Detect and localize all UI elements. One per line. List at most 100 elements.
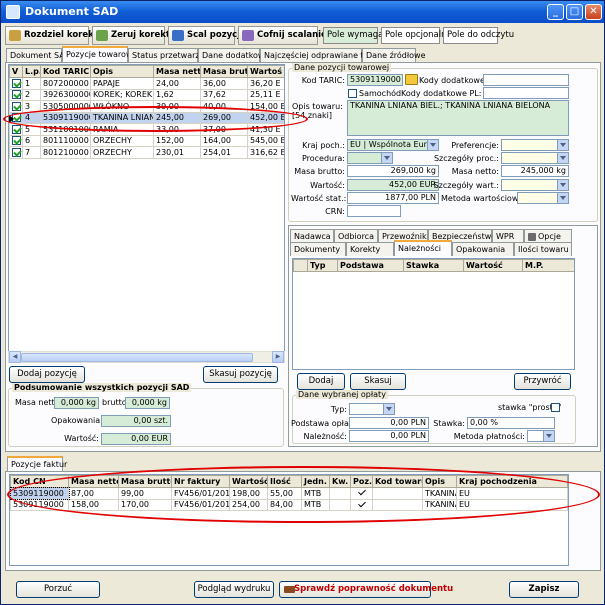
- table-row[interactable]: 7 801210000 ORZECHY 230,01 254,01 316,62 E: [9, 146, 284, 159]
- chevron-down-icon[interactable]: [557, 180, 568, 190]
- row-checkbox-cell[interactable]: [9, 100, 23, 113]
- validate-document-button[interactable]: Sprawdź poprawność dokumentu: [279, 581, 453, 598]
- net-mass-input[interactable]: 245,000 kg: [501, 165, 569, 177]
- col-mp[interactable]: M.P.: [522, 259, 574, 272]
- proc-details-select[interactable]: [501, 152, 569, 164]
- fee-amount-input[interactable]: 0,00 PLN: [349, 430, 429, 442]
- fee-base-input[interactable]: 0,00 PLN: [349, 417, 429, 429]
- subtab-wpr[interactable]: WPR: [492, 229, 524, 243]
- delete-item-button[interactable]: Skasuj pozycję: [203, 366, 278, 383]
- discard-button[interactable]: Porzuć: [16, 581, 100, 598]
- subtab-naleznosci[interactable]: Należności: [394, 240, 452, 256]
- folder-icon[interactable]: [405, 74, 418, 85]
- fee-type-select[interactable]: [349, 403, 395, 415]
- value-input[interactable]: 452,00 EUR: [347, 179, 439, 191]
- table-row[interactable]: 1 807200000 PAPAJE 24,00 36,00 36,20 E: [9, 77, 284, 90]
- checked-checkbox[interactable]: [12, 136, 21, 146]
- restore-fee-button[interactable]: Przywróć: [514, 373, 571, 390]
- items-hscrollbar[interactable]: ◀ ▶: [8, 351, 285, 363]
- maximize-button[interactable]: □: [566, 4, 583, 20]
- checked-checkbox[interactable]: [12, 124, 21, 134]
- col-wartosc[interactable]: Wartość: [463, 259, 523, 272]
- tab-dane-zrodlowe[interactable]: Dane źródłowe: [362, 48, 426, 62]
- subtab-nadawca[interactable]: Nadawca: [290, 229, 334, 243]
- country-select[interactable]: EU | Wspólnota Europej:: [347, 139, 439, 151]
- subtab-korekty[interactable]: Korekty: [346, 242, 394, 256]
- minimize-button[interactable]: _: [547, 4, 564, 20]
- stat-value-input[interactable]: 1877,00 PLN: [347, 192, 439, 204]
- tab-pozycje-faktur[interactable]: Pozycje faktur: [7, 456, 67, 472]
- col-opis[interactable]: Opis: [90, 65, 154, 78]
- tab-dokument-sad[interactable]: Dokument SAD: [6, 48, 71, 62]
- subtab-ilosci[interactable]: Ilości towaru: [514, 242, 572, 256]
- subtab-opakowania[interactable]: Opakowania: [452, 242, 514, 256]
- chevron-down-icon[interactable]: [427, 140, 438, 150]
- col-taric[interactable]: Kod TARIC: [40, 65, 91, 78]
- col-lp[interactable]: L.p.: [22, 65, 41, 78]
- save-button[interactable]: Zapisz: [509, 581, 579, 598]
- col-masa-brutto[interactable]: Masa brutto: [200, 65, 248, 78]
- samochod-checkbox[interactable]: [348, 89, 357, 98]
- checked-checkbox[interactable]: [12, 90, 21, 100]
- scroll-left-icon[interactable]: ◀: [9, 351, 21, 363]
- row-checkbox-cell[interactable]: [9, 77, 23, 90]
- cell-taric: 807200000: [40, 77, 91, 90]
- crn-input[interactable]: [347, 205, 401, 217]
- table-row[interactable]: 6 801110000 ORZECHY 152,00 164,00 545,00 E: [9, 134, 284, 147]
- undo-merge-button[interactable]: Cofnij scalanie: [238, 26, 327, 45]
- add-item-button[interactable]: Dodaj pozycję: [9, 366, 85, 383]
- gross-mass-input[interactable]: 269,000 kg: [347, 165, 439, 177]
- row-checkbox-cell[interactable]: [9, 134, 23, 147]
- subtab-opcje[interactable]: Opcje: [524, 229, 572, 243]
- col-masa-netto[interactable]: Masa netto: [153, 65, 201, 78]
- delete-fee-button[interactable]: Skasuj: [350, 373, 406, 390]
- taric-input[interactable]: 5309119000: [347, 74, 403, 86]
- add-fee-button[interactable]: Dodaj: [297, 373, 345, 390]
- additional-codes-pl-input[interactable]: [483, 87, 569, 99]
- scroll-right-icon[interactable]: ▶: [272, 351, 284, 363]
- chevron-down-icon[interactable]: [557, 140, 568, 150]
- row-checkbox-cell[interactable]: [9, 123, 23, 136]
- fee-rate-input[interactable]: 0,00 %: [467, 417, 555, 429]
- chevron-down-icon[interactable]: [557, 193, 568, 203]
- checked-checkbox[interactable]: [12, 147, 21, 157]
- close-button[interactable]: ✕: [585, 4, 602, 20]
- chevron-down-icon[interactable]: [383, 404, 394, 414]
- merge-items-button[interactable]: Scal pozycje: [168, 26, 246, 45]
- tab-pozycje-towarowe[interactable]: Pozycje towarowe: [62, 46, 137, 62]
- chevron-down-icon[interactable]: [543, 431, 554, 441]
- tab-najczesciej-odprawiane[interactable]: Najczęściej odprawiane towary: [260, 48, 388, 62]
- col-podstawa[interactable]: Podstawa: [337, 259, 404, 272]
- tab-dane-dodatkowe[interactable]: Dane dodatkowe: [198, 48, 269, 62]
- col-v[interactable]: V: [9, 65, 23, 78]
- col-wartosc[interactable]: Wartoś: [247, 65, 284, 78]
- chevron-down-icon[interactable]: [381, 153, 392, 163]
- checked-checkbox[interactable]: [12, 101, 21, 111]
- split-correction-button[interactable]: Rozdziel korektę: [5, 26, 104, 45]
- checked-checkbox[interactable]: [12, 78, 21, 88]
- print-preview-button[interactable]: Podgląd wydruku: [194, 581, 274, 598]
- subtab-odbiorca[interactable]: Odbiorca: [334, 229, 378, 243]
- description-input[interactable]: TKANINA LNIANA BIEL.; TKANINA LNIANA BIE…: [347, 100, 569, 136]
- detail-title: Dane pozycji towarowej: [292, 63, 392, 72]
- additional-codes-input[interactable]: [483, 74, 569, 86]
- cell-wart: 25,11 E: [247, 88, 284, 101]
- table-row[interactable]: 2 3926300000 KOREK; KOREK 1,62 37,62 25,11 E: [9, 88, 284, 101]
- valuation-method-select[interactable]: [517, 192, 569, 204]
- payment-method-select[interactable]: [527, 430, 555, 442]
- tab-status[interactable]: Status przetwarzania: [128, 48, 217, 62]
- col-typ[interactable]: Typ: [307, 259, 338, 272]
- reset-corrections-button[interactable]: Zeruj korekty: [92, 26, 176, 45]
- procedure-select[interactable]: [347, 152, 393, 164]
- simple-rate-checkbox[interactable]: [551, 403, 560, 412]
- col-stawka[interactable]: Stawka: [403, 259, 464, 272]
- cell-opis: ORZECHY: [90, 146, 154, 159]
- preferences-select[interactable]: [501, 139, 569, 151]
- value-details-select[interactable]: [501, 179, 569, 191]
- row-checkbox-cell[interactable]: [9, 146, 23, 159]
- subtab-dokumenty[interactable]: Dokumenty: [290, 242, 346, 256]
- scroll-thumb[interactable]: [21, 353, 253, 362]
- stat-value-label: Wartość stat.:: [291, 194, 347, 203]
- chevron-down-icon[interactable]: [557, 153, 568, 163]
- row-checkbox-cell[interactable]: [9, 88, 23, 101]
